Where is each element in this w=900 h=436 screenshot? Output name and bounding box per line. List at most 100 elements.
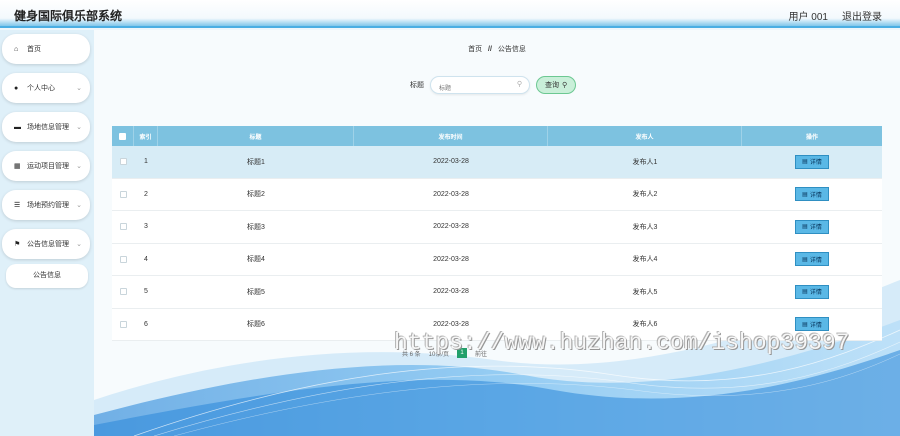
detail-button[interactable]: ▤ 详情 bbox=[795, 284, 829, 299]
chevron-down-icon: ⌄ bbox=[76, 85, 82, 92]
app-title: 健身国际俱乐部系统 bbox=[14, 9, 123, 23]
column-header-date: 发布时间 bbox=[354, 126, 548, 146]
sidebar-item-label: 公告信息管理 bbox=[27, 241, 69, 248]
cell-date: 2022-03-28 bbox=[433, 158, 469, 166]
header-user-area: 用户 001 退出登录 bbox=[789, 8, 882, 23]
search-button[interactable]: 查询 ⚲ bbox=[536, 76, 577, 94]
breadcrumb: 首页 // 公告信息 bbox=[94, 44, 900, 54]
cell-index: 2 bbox=[144, 190, 148, 198]
sidebar-item-sport-management[interactable]: ▦ 运动项目管理 ⌄ bbox=[2, 151, 90, 181]
document-icon: ▤ bbox=[802, 159, 808, 166]
table-row[interactable]: 3 标题3 2022-03-28 发布人3 ▤ 详情 bbox=[112, 211, 882, 244]
cell-publisher: 发布人5 bbox=[632, 288, 658, 296]
table-header: 索引 标题 发布时间 发布人 操作 bbox=[112, 126, 882, 146]
cell-date: 2022-03-28 bbox=[433, 288, 469, 296]
watermark: https://www.huzhan.com/ishop39397 bbox=[394, 330, 850, 356]
cell-date: 2022-03-28 bbox=[433, 190, 469, 198]
column-header-actions: 操作 bbox=[805, 134, 818, 141]
row-checkbox[interactable] bbox=[119, 190, 127, 198]
chevron-down-icon: ⌄ bbox=[76, 163, 82, 170]
cell-publisher: 发布人1 bbox=[632, 158, 658, 166]
select-all-cell bbox=[112, 126, 134, 146]
sidebar-subitem-notice-info[interactable]: 公告信息 bbox=[6, 264, 88, 288]
search-label: 标题 bbox=[410, 82, 424, 89]
flag-icon: ⚑ bbox=[14, 241, 21, 248]
sidebar-item-home[interactable]: ⌂ 首页 bbox=[2, 34, 90, 64]
search-icon: ⚲ bbox=[516, 81, 522, 88]
table-row[interactable]: 1 标题1 2022-03-28 发布人1 ▤ 详情 bbox=[112, 146, 882, 179]
sidebar-item-personal-center[interactable]: ● 个人中心 ⌄ bbox=[2, 73, 90, 103]
cell-title: 标题4 bbox=[247, 256, 265, 264]
detail-button-label: 详情 bbox=[809, 225, 822, 232]
sidebar-item-label: 首页 bbox=[27, 46, 41, 53]
main-content: 首页 // 公告信息 标题 ⚲ 查询 ⚲ 索引 标题 发布时间 发布人 操作 1… bbox=[94, 30, 900, 436]
cell-publisher: 发布人3 bbox=[632, 223, 658, 231]
cell-date: 2022-03-28 bbox=[433, 223, 469, 231]
cell-publisher: 发布人4 bbox=[632, 256, 658, 264]
document-icon: ▤ bbox=[802, 289, 808, 296]
detail-button-label: 详情 bbox=[809, 160, 822, 167]
cell-title: 标题6 bbox=[247, 321, 265, 329]
table-row[interactable]: 4 标题4 2022-03-28 发布人4 ▤ 详情 bbox=[112, 243, 882, 276]
detail-button[interactable]: ▤ 详情 bbox=[795, 154, 829, 169]
breadcrumb-separator: // bbox=[488, 46, 492, 53]
logout-link[interactable]: 退出登录 bbox=[842, 8, 882, 23]
sidebar-item-label: 运动项目管理 bbox=[27, 163, 69, 170]
sidebar-item-notice-management[interactable]: ⚑ 公告信息管理 ⌄ bbox=[2, 229, 90, 259]
search-field: ⚲ bbox=[430, 76, 530, 97]
cell-index: 6 bbox=[144, 320, 148, 328]
detail-button[interactable]: ▤ 详情 bbox=[795, 252, 829, 267]
column-header-publisher: 发布人 bbox=[548, 126, 742, 146]
search-icon: ⚲ bbox=[562, 82, 568, 89]
chevron-down-icon: ⌄ bbox=[76, 202, 82, 209]
cell-title: 标题1 bbox=[247, 158, 265, 166]
cell-title: 标题5 bbox=[247, 288, 265, 296]
sidebar-item-label: 场地信息管理 bbox=[27, 124, 69, 131]
row-checkbox[interactable] bbox=[119, 223, 127, 231]
column-header-index: 索引 bbox=[134, 126, 158, 146]
detail-button-label: 详情 bbox=[809, 322, 822, 329]
search-input[interactable] bbox=[431, 81, 511, 97]
cell-index: 1 bbox=[144, 158, 148, 166]
search-bar: 标题 ⚲ 查询 ⚲ bbox=[410, 76, 577, 97]
document-icon: ▤ bbox=[802, 321, 808, 328]
grid-icon: ▦ bbox=[14, 163, 21, 170]
breadcrumb-current: 公告信息 bbox=[497, 46, 526, 53]
cell-index: 5 bbox=[144, 288, 148, 296]
breadcrumb-home[interactable]: 首页 bbox=[468, 46, 482, 53]
home-icon: ⌂ bbox=[14, 45, 19, 53]
row-checkbox[interactable] bbox=[119, 320, 127, 328]
chevron-down-icon: ⌄ bbox=[76, 241, 82, 248]
row-checkbox[interactable] bbox=[119, 288, 127, 296]
top-bar: 健身国际俱乐部系统 用户 001 退出登录 bbox=[0, 0, 900, 28]
cell-index: 3 bbox=[144, 223, 148, 231]
sidebar-item-venue-management[interactable]: ▬ 场地信息管理 ⌄ bbox=[2, 112, 90, 142]
document-icon: ▤ bbox=[802, 224, 808, 231]
document-icon: ▤ bbox=[802, 191, 808, 198]
cell-publisher: 发布人2 bbox=[632, 191, 658, 199]
sidebar: ⌂ 首页 ● 个人中心 ⌄ ▬ 场地信息管理 ⌄ ▦ 运动项目管理 ⌄ ☰ 场地… bbox=[0, 30, 94, 436]
cell-index: 4 bbox=[144, 255, 148, 263]
document-icon: ▤ bbox=[802, 256, 808, 263]
table-row[interactable]: 5 标题5 2022-03-28 发布人5 ▤ 详情 bbox=[112, 276, 882, 309]
row-checkbox[interactable] bbox=[119, 255, 127, 263]
cell-date: 2022-03-28 bbox=[433, 255, 469, 263]
cell-title: 标题2 bbox=[247, 191, 265, 199]
search-button-label: 查询 bbox=[545, 82, 559, 89]
detail-button-label: 详情 bbox=[809, 257, 822, 264]
cell-title: 标题3 bbox=[247, 223, 265, 231]
select-all-checkbox[interactable] bbox=[119, 132, 126, 140]
sidebar-item-booking-management[interactable]: ☰ 场地预约管理 ⌄ bbox=[2, 190, 90, 220]
sidebar-item-label: 个人中心 bbox=[27, 85, 55, 92]
detail-button[interactable]: ▤ 详情 bbox=[795, 187, 829, 202]
row-checkbox[interactable] bbox=[119, 158, 127, 166]
monitor-icon: ▬ bbox=[14, 123, 21, 131]
table-row[interactable]: 2 标题2 2022-03-28 发布人2 ▤ 详情 bbox=[112, 178, 882, 211]
chevron-down-icon: ⌄ bbox=[76, 124, 82, 131]
user-name[interactable]: 用户 001 bbox=[789, 8, 828, 23]
detail-button-label: 详情 bbox=[809, 192, 822, 199]
sidebar-item-label: 场地预约管理 bbox=[27, 202, 69, 209]
detail-button[interactable]: ▤ 详情 bbox=[795, 219, 829, 234]
notice-table: 索引 标题 发布时间 发布人 操作 1 标题1 2022-03-28 发布人1 … bbox=[112, 126, 882, 341]
detail-button-label: 详情 bbox=[809, 290, 822, 297]
